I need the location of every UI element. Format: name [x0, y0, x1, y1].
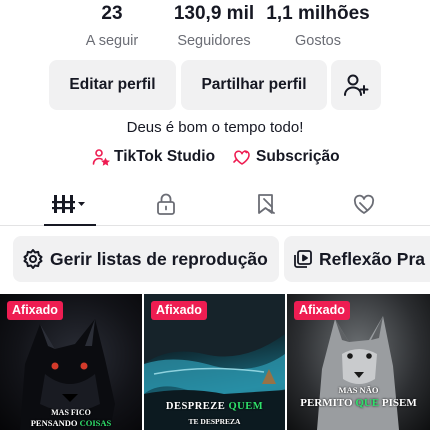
caption-text: PENSANDO	[30, 418, 80, 428]
video-caption-line2: PENSANDO COISAS	[0, 417, 142, 429]
likes-label: Gostos	[295, 33, 341, 49]
followers-stat[interactable]: 130,9 mil Seguidores	[166, 2, 262, 51]
videos-grid-icon	[52, 195, 85, 213]
video-thumbnail[interactable]: Afixado MAS FICO PENSANDO COISAS	[0, 294, 142, 430]
caption-text: DESPREZE	[165, 401, 229, 412]
playlist-reflexao[interactable]: Reflexão Pra	[284, 236, 430, 282]
subscription-link[interactable]: Subscrição	[232, 148, 340, 166]
liked-icon	[353, 194, 375, 214]
video-caption-line1: MAS NÃO	[338, 385, 379, 395]
followers-label: Seguidores	[177, 33, 251, 49]
tab-private[interactable]	[146, 188, 186, 220]
tab-videos[interactable]	[44, 188, 94, 220]
studio-person-icon	[92, 149, 110, 166]
share-profile-button[interactable]: Partilhar perfil	[181, 60, 327, 110]
video-caption-line1: DESPREZE QUEM	[144, 401, 285, 413]
tiktok-studio-link[interactable]: TikTok Studio	[92, 148, 215, 166]
playlist-bar: Gerir listas de reprodução Reflexão Pra	[0, 236, 430, 282]
likes-stat[interactable]: 1,1 milhões Gostos	[262, 2, 374, 51]
followers-count: 130,9 mil	[173, 3, 255, 24]
tiktok-studio-label: TikTok Studio	[114, 148, 216, 165]
profile-links: TikTok Studio Subscrição	[0, 148, 430, 170]
following-count: 23	[101, 3, 123, 24]
video-thumbnail[interactable]: Afixado DESPREZE QUEM TE DESPREZA	[144, 294, 285, 430]
likes-count: 1,1 milhões	[266, 3, 370, 24]
saved-icon	[258, 194, 275, 214]
video-caption-line2: TE DESPREZA	[188, 417, 241, 426]
add-friend-button[interactable]	[331, 60, 381, 110]
following-label: A seguir	[85, 33, 139, 49]
tab-saved[interactable]	[246, 188, 286, 220]
profile-stats: 23 A seguir 130,9 mil Seguidores 1,1 mil…	[0, 0, 430, 52]
video-grid: Afixado MAS FICO PENSANDO COISAS Afixado…	[0, 294, 430, 430]
manage-playlists-button[interactable]: Gerir listas de reprodução	[13, 236, 279, 282]
subscription-icon	[233, 150, 250, 165]
following-stat[interactable]: 23 A seguir	[72, 2, 152, 51]
caption-highlight: QUEM	[228, 401, 264, 412]
profile-actions: Editar perfil Partilhar perfil	[0, 60, 430, 110]
profile-bio: Deus é bom o tempo todo!	[126, 119, 304, 136]
add-user-icon	[344, 74, 369, 96]
subscription-label: Subscrição	[256, 148, 340, 165]
caption-highlight: COISAS	[79, 418, 112, 428]
video-caption-line2: PERMITO QUE PISEM	[287, 397, 430, 409]
video-thumbnail[interactable]: Afixado MAS NÃO PERMITO QUE PISEM	[287, 294, 430, 430]
lock-icon	[157, 193, 175, 215]
caption-highlight: QUE	[355, 397, 380, 409]
pinned-badge: Afixado	[7, 301, 63, 320]
playlist-icon	[294, 250, 312, 268]
caption-text: PERMITO	[300, 397, 356, 409]
edit-profile-button[interactable]: Editar perfil	[49, 60, 176, 110]
gear-icon	[23, 249, 43, 269]
manage-playlists-label: Gerir listas de reprodução	[50, 248, 268, 269]
pinned-badge: Afixado	[294, 301, 350, 320]
pinned-badge: Afixado	[151, 301, 207, 320]
playlist-reflexao-label: Reflexão Pra	[319, 248, 426, 269]
tab-liked[interactable]	[344, 188, 384, 220]
profile-tabs	[0, 184, 430, 226]
active-tab-indicator	[44, 224, 96, 226]
caption-text: PISEM	[379, 397, 417, 409]
